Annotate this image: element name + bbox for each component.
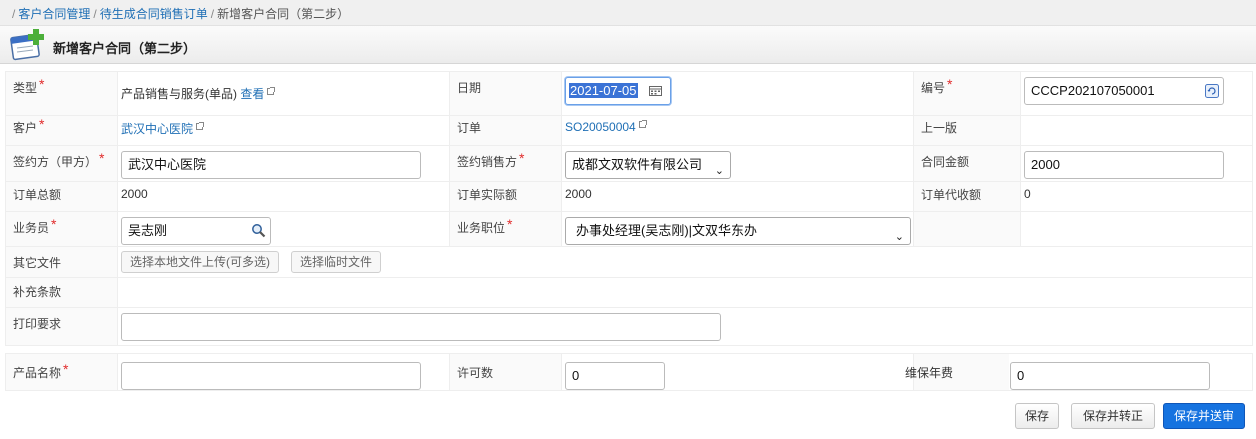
maintenance-fee-group: 维保年费 0	[905, 353, 1253, 391]
chevron-down-icon: ⌄	[894, 231, 904, 243]
number-input[interactable]: CCCP202107050001	[1024, 77, 1224, 105]
breadcrumb: / 客户合同管理 / 待生成合同销售订单 / 新增客户合同（第二步）	[0, 0, 1256, 26]
order-link[interactable]: SO20050004	[565, 120, 636, 134]
upload-local-files-button[interactable]: 选择本地文件上传(可多选)	[121, 251, 279, 273]
number-label: 编号 *	[913, 71, 1021, 116]
required-mark: *	[99, 150, 105, 166]
print-requirements-label: 打印要求	[5, 307, 118, 346]
required-mark: *	[519, 150, 525, 166]
breadcrumb-separator: /	[210, 7, 215, 21]
empty-label-cell	[913, 211, 1021, 247]
required-mark: *	[51, 216, 57, 232]
type-value: 产品销售与服务(单品)	[121, 87, 237, 101]
required-mark: *	[39, 116, 45, 132]
required-mark: *	[63, 361, 69, 377]
license-count-input[interactable]: 0	[565, 362, 665, 390]
product-name-input[interactable]	[121, 362, 421, 390]
contract-amount-input[interactable]: 2000	[1024, 151, 1224, 179]
chevron-down-icon: ⌄	[714, 165, 724, 177]
sales-party-select[interactable]: 成都文双软件有限公司 ⌄	[565, 151, 731, 179]
order-collect-value: 0	[1024, 187, 1031, 201]
date-value: 2021-07-05	[569, 83, 638, 98]
contract-form: 类型 * 产品销售与服务(单品) 查看 日期 2021-07-05 编号 * CCC…	[5, 71, 1253, 391]
save-submit-button[interactable]: 保存并送审	[1163, 403, 1245, 429]
position-label: 业务职位 *	[449, 211, 562, 247]
required-mark: *	[39, 76, 45, 92]
order-actual-value: 2000	[565, 187, 592, 201]
maintenance-fee-label: 维保年费	[905, 366, 954, 380]
order-total-label: 订单总额	[5, 181, 118, 212]
number-value: CCCP202107050001	[1031, 83, 1155, 98]
new-contract-icon	[10, 29, 44, 61]
breadcrumb-separator: /	[12, 7, 16, 21]
customer-link[interactable]: 武汉中心医院	[121, 122, 193, 136]
breadcrumb-separator: /	[93, 7, 97, 21]
save-button[interactable]: 保存	[1015, 403, 1059, 429]
sales-party-label: 签约销售方 *	[449, 145, 562, 182]
product-name-label: 产品名称 *	[5, 353, 118, 391]
maintenance-fee-input[interactable]: 0	[1010, 362, 1210, 390]
salesman-input[interactable]: 吴志刚	[121, 217, 271, 245]
refresh-icon[interactable]	[1205, 84, 1219, 98]
order-label: 订单	[449, 115, 562, 146]
party-a-input[interactable]: 武汉中心医院	[121, 151, 421, 179]
party-a-label: 签约方（甲方） *	[5, 145, 118, 182]
page-header: 新增客户合同（第二步）	[0, 26, 1256, 64]
print-requirements-input[interactable]	[121, 313, 721, 341]
order-total-value: 2000	[121, 187, 148, 201]
order-collect-label: 订单代收额	[913, 181, 1021, 212]
page-title: 新增客户合同（第二步）	[53, 41, 197, 56]
breadcrumb-current: 新增客户合同（第二步）	[217, 7, 350, 21]
section-spacer	[5, 345, 1253, 354]
salesman-label: 业务员 *	[5, 211, 118, 247]
required-mark: *	[507, 216, 513, 232]
view-type-link[interactable]: 查看	[240, 87, 264, 101]
external-link-icon	[267, 87, 276, 95]
search-icon[interactable]	[251, 223, 266, 238]
calendar-icon[interactable]	[649, 86, 662, 96]
position-select[interactable]: 办事处经理(吴志刚)|文双华东办 ⌄	[565, 217, 911, 245]
date-label: 日期	[449, 71, 562, 116]
customer-label: 客户 *	[5, 115, 118, 146]
license-count-label: 许可数	[449, 353, 562, 391]
breadcrumb-link-contract-management[interactable]: 客户合同管理	[18, 7, 90, 21]
date-input[interactable]: 2021-07-05	[565, 77, 671, 105]
contract-amount-label: 合同金额	[913, 145, 1021, 182]
select-temp-files-button[interactable]: 选择临时文件	[291, 251, 382, 273]
required-mark: *	[947, 76, 953, 92]
supplement-terms-label: 补充条款	[5, 277, 118, 308]
previous-version-label: 上一版	[913, 115, 1021, 146]
order-actual-label: 订单实际额	[449, 181, 562, 212]
breadcrumb-link-pending-orders[interactable]: 待生成合同销售订单	[100, 7, 208, 21]
external-link-icon	[638, 120, 647, 128]
external-link-icon	[196, 122, 205, 130]
type-label: 类型 *	[5, 71, 118, 116]
save-convert-button[interactable]: 保存并转正	[1071, 403, 1155, 429]
previous-version-value	[1020, 115, 1253, 146]
supplement-terms-value	[117, 277, 1253, 308]
other-files-label: 其它文件	[5, 246, 118, 278]
empty-value-cell	[1020, 211, 1253, 247]
